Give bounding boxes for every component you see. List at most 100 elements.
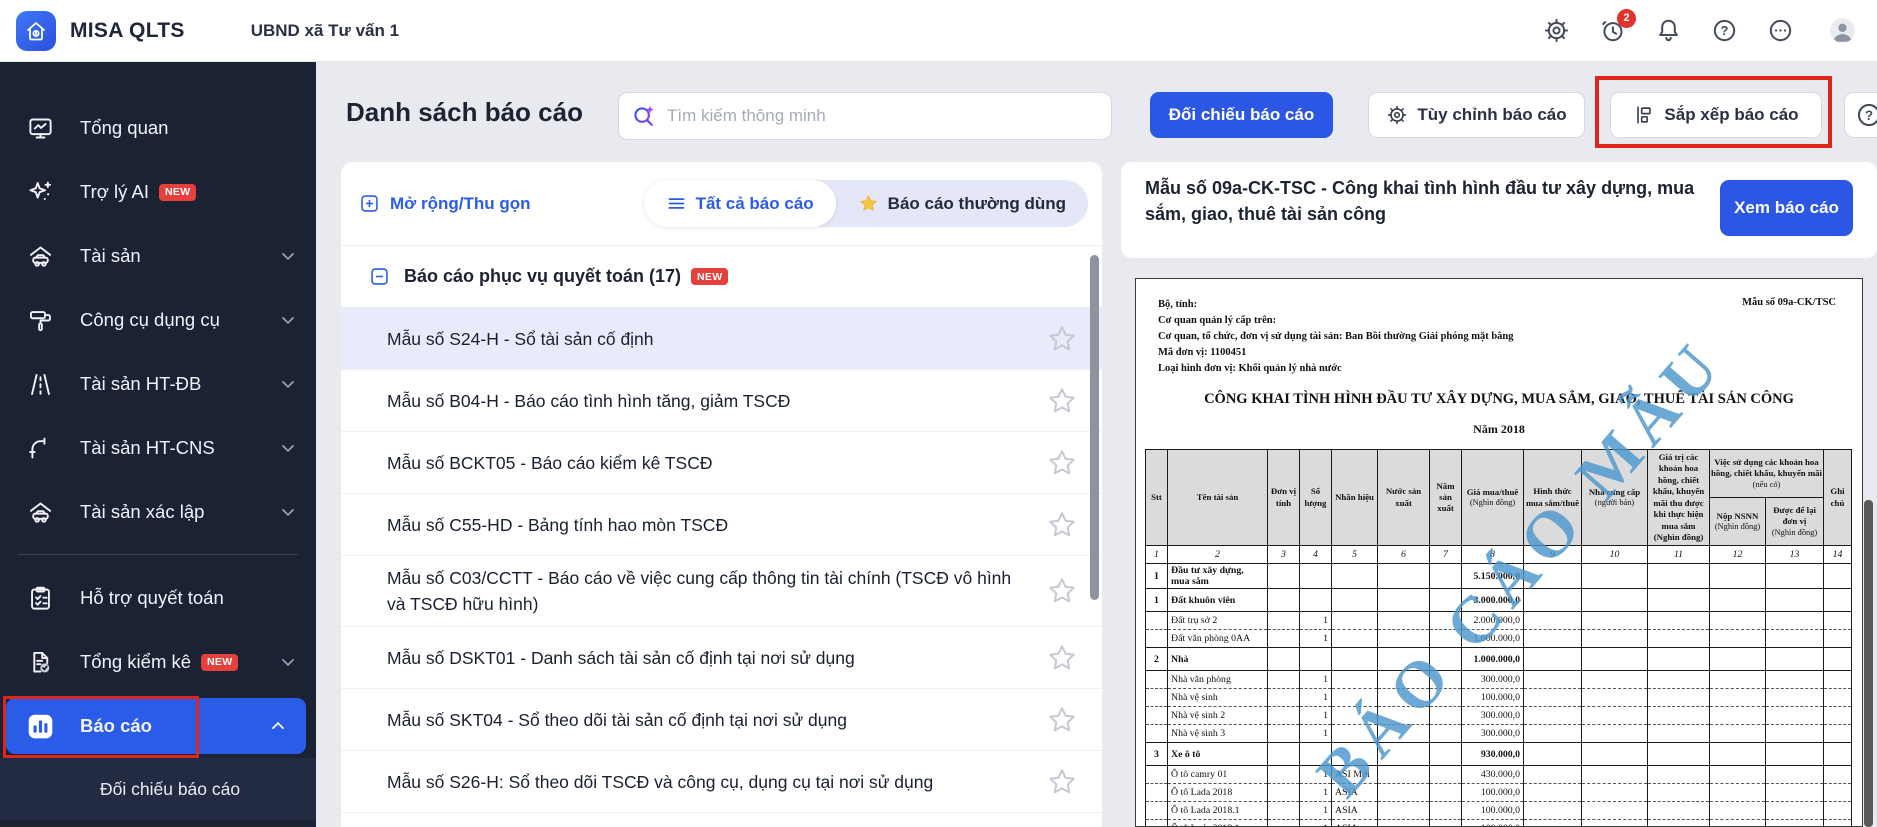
cell-note [1823, 688, 1853, 708]
report-list-item-1[interactable]: Mẫu số S24-H - Sổ tài sản cố định [341, 308, 1102, 370]
tab-favorite-label: Báo cáo thường dùng [887, 193, 1066, 213]
cell-form [1523, 670, 1582, 690]
chevron-down-icon[interactable] [278, 374, 298, 394]
chevron-down-icon[interactable] [278, 652, 298, 672]
sidebar-item-tong-quan[interactable]: Tổng quan [0, 96, 316, 160]
chevron-up-icon[interactable] [268, 716, 288, 736]
cell-retained [1764, 670, 1825, 690]
view-report-button[interactable]: Xem báo cáo [1720, 180, 1853, 236]
search-input[interactable] [667, 106, 1099, 126]
chevron-down-icon[interactable] [278, 438, 298, 458]
sidebar-item-tai-san-xac-lap[interactable]: Tài sản xác lập [0, 480, 316, 544]
cell-stt [1145, 670, 1168, 690]
report-list-item-8[interactable]: Mẫu số S26-H: Sổ theo dõi TSCĐ và công c… [341, 751, 1102, 813]
report-list-item-4[interactable]: Mẫu số C55-HD - Bảng tính hao mòn TSCĐ [341, 494, 1102, 556]
expand-collapse-link[interactable]: Mở rộng/Thu gọn [359, 193, 531, 214]
more-options-icon[interactable] [1765, 16, 1795, 46]
favorite-star-icon[interactable] [1046, 575, 1078, 607]
cell-form [1523, 801, 1582, 821]
tab-all-reports[interactable]: Tất cả báo cáo [643, 180, 836, 227]
list-scrollbar[interactable] [1090, 255, 1099, 600]
cell-year [1429, 724, 1462, 744]
minus-box-icon[interactable] [369, 266, 390, 287]
col-unit: Đơn vị tính [1267, 448, 1300, 547]
favorite-star-icon[interactable] [1046, 323, 1078, 355]
sort-reports-button[interactable]: Sắp xếp báo cáo [1610, 92, 1822, 138]
report-list-item-3[interactable]: Mẫu số BCKT05 - Báo cáo kiểm kê TSCĐ [341, 432, 1102, 494]
cell-commission [1647, 724, 1710, 744]
chevron-down-icon[interactable] [278, 246, 298, 266]
cell-stt [1145, 783, 1168, 803]
help-button[interactable]: ? [1844, 92, 1877, 138]
chevron-down-icon[interactable] [278, 502, 298, 522]
help-circle-icon[interactable]: ? [1709, 16, 1739, 46]
sidebar-item-tai-san-ht-db[interactable]: Tài sản HT-ĐB [0, 352, 316, 416]
cell-supplier [1581, 706, 1648, 726]
favorite-star-icon[interactable] [1046, 704, 1078, 736]
report-list-item-6[interactable]: Mẫu số DSKT01 - Danh sách tài sản cố địn… [341, 627, 1102, 689]
cell-note [1823, 629, 1853, 649]
cell-qty: 1 [1299, 670, 1332, 690]
column-number: 14 [1823, 545, 1853, 565]
cell-country [1377, 706, 1430, 726]
report-list-item-2[interactable]: Mẫu số B04-H - Báo cáo tình hình tăng, g… [341, 370, 1102, 432]
sidebar-item-tai-san-ht-cns[interactable]: Tài sản HT-CNS [0, 416, 316, 480]
cell-country [1377, 588, 1430, 613]
list-icon [668, 198, 684, 209]
report-group-header[interactable]: Báo cáo phục vụ quyết toán (17) NEW [341, 246, 1102, 308]
report-info-line: Cơ quan, tổ chức, đơn vị sử dụng tài sản… [1158, 331, 1514, 342]
report-list-item-5[interactable]: Mẫu số C03/CCTT - Báo cáo về việc cung c… [341, 556, 1102, 627]
history-clock-icon[interactable]: 2 [1597, 8, 1636, 46]
report-info-line: Cơ quan quản lý cấp trên: [1158, 315, 1277, 326]
settings-gear-icon[interactable] [1541, 16, 1571, 46]
sidebar-item-cong-cu-dung-cu[interactable]: Công cụ dụng cụ [0, 288, 316, 352]
bell-icon[interactable] [1653, 16, 1683, 46]
column-number: 12 [1709, 545, 1766, 565]
report-item-label: Mẫu số SKT04 - Sổ theo dõi tài sản cố đị… [387, 709, 847, 730]
favorite-star-icon[interactable] [1046, 447, 1078, 479]
cell-brand [1331, 670, 1378, 690]
favorite-star-icon[interactable] [1046, 766, 1078, 798]
cell-retained [1764, 724, 1825, 744]
cell-year [1429, 706, 1462, 726]
app-logo-icon[interactable] [16, 10, 56, 51]
report-table-row: Đất trụ sở 2 1 2.000.000,0 [1145, 611, 1853, 631]
cell-supplier [1581, 588, 1648, 613]
report-item-label: Mẫu số C03/CCTT - Báo cáo về việc cung c… [387, 568, 1012, 614]
gear-icon [1388, 105, 1407, 125]
preview-scrollbar[interactable] [1864, 500, 1873, 827]
sidebar-item-bao-cao[interactable]: Báo cáo [6, 698, 306, 754]
sidebar-item-ho-tro-quyet-toan[interactable]: Hỗ trợ quyết toán [0, 566, 316, 630]
sidebar-item-label: Hỗ trợ quyết toán [80, 587, 224, 608]
cell-country [1377, 801, 1430, 821]
sidebar-subitem-doi-chieu-bao-cao[interactable]: Đối chiếu báo cáo [0, 758, 316, 820]
cell-price: 300.000,0 [1461, 724, 1524, 744]
sidebar-item-tai-san[interactable]: Tài sản [0, 224, 316, 288]
customize-report-button[interactable]: Tùy chỉnh báo cáo [1368, 92, 1585, 138]
favorite-star-icon[interactable] [1046, 385, 1078, 417]
organization-name[interactable]: UBND xã Tư vấn 1 [251, 21, 399, 41]
favorite-star-icon[interactable] [1046, 509, 1078, 541]
col-name: Tên tài sản [1167, 448, 1268, 547]
report-list-item-7[interactable]: Mẫu số SKT04 - Sổ theo dõi tài sản cố đị… [341, 689, 1102, 751]
compare-reports-button[interactable]: Đối chiếu báo cáo [1150, 92, 1333, 138]
sidebar-item-tong-kiem-ke[interactable]: Tổng kiểm kê NEW [0, 630, 316, 694]
cell-commission [1647, 670, 1710, 690]
main-content: Danh sách báo cáo Đối chiếu báo cáo Tùy … [316, 62, 1877, 827]
chevron-down-icon[interactable] [278, 310, 298, 330]
tab-favorite-reports[interactable]: Báo cáo thường dùng [836, 180, 1088, 227]
favorite-star-icon[interactable] [1046, 642, 1078, 674]
user-avatar[interactable] [1821, 10, 1863, 52]
cell-year [1429, 783, 1462, 803]
cell-country [1377, 647, 1430, 672]
cell-supplier [1581, 724, 1648, 744]
cell-supplier [1581, 801, 1648, 821]
cell-nsnn [1709, 783, 1766, 803]
cell-country [1377, 611, 1430, 631]
dashboard-icon [26, 114, 54, 142]
cell-retained [1764, 765, 1825, 785]
report-title: CÔNG KHAI TÌNH HÌNH ĐẦU TƯ XÂY DỰNG, MUA… [1204, 391, 1794, 407]
sidebar-item-tro-ly-ai[interactable]: Trợ lý AI NEW [0, 160, 316, 224]
cell-form [1523, 588, 1582, 613]
report-table-row: Ô tô Lada 2018.1 1ASIA 100.000,0 [1145, 819, 1853, 826]
